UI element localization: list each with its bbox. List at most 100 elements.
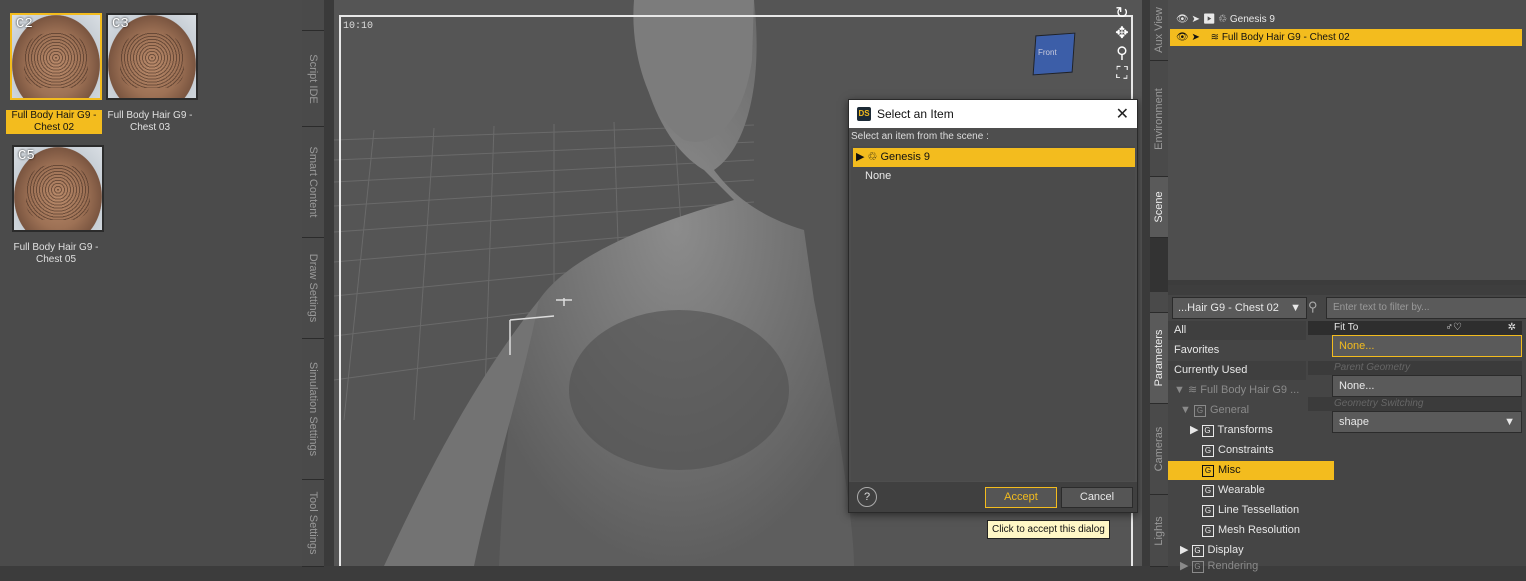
tab-lights[interactable]: Lights <box>1150 495 1168 567</box>
group-general[interactable]: ▼ G General <box>1168 401 1312 420</box>
scene-row-chest02[interactable]: 👁 ➤ ≋ Full Body Hair G9 - Chest 02 <box>1170 29 1522 46</box>
eye-icon[interactable]: 👁 <box>1176 14 1189 25</box>
panel-grip[interactable] <box>1168 285 1526 295</box>
library-thumb-label[interactable]: Full Body Hair G9 - Chest 02 <box>6 110 102 134</box>
orbit-icon[interactable]: ↻ <box>1112 4 1132 24</box>
scene-row-genesis9[interactable]: 👁 ➤ ▶ ♲ Genesis 9 <box>1170 11 1522 28</box>
group-all[interactable]: All <box>1168 321 1306 340</box>
gear-icon[interactable]: ✲ <box>1508 321 1516 335</box>
tab-top-partial[interactable] <box>302 0 324 31</box>
group-node[interactable]: ▼ ≋ Full Body Hair G9 ... <box>1168 381 1306 400</box>
group-currently-used[interactable]: Currently Used <box>1168 361 1306 380</box>
cancel-button[interactable]: Cancel <box>1061 487 1133 508</box>
parent-geometry-field[interactable]: None... <box>1332 375 1522 397</box>
tab-scene[interactable]: Scene <box>1150 177 1168 238</box>
frame-icon[interactable]: ⛶ <box>1112 64 1132 84</box>
expand-arrow-icon[interactable]: ▶ <box>1190 424 1198 436</box>
library-thumb-label[interactable]: Full Body Hair G9 - Chest 05 <box>8 242 104 266</box>
daz-logo-icon: DS <box>857 107 871 121</box>
tab-tool-settings[interactable]: Tool Settings <box>302 480 324 567</box>
accept-button[interactable]: Accept <box>985 487 1057 508</box>
panel-options-icon[interactable] <box>1150 292 1168 313</box>
right-splitter[interactable] <box>1142 0 1150 566</box>
help-button[interactable]: ? <box>857 487 877 507</box>
group-transforms[interactable]: ▶ G Transforms <box>1168 421 1322 440</box>
property-parent-geometry: Parent Geometry None... <box>1308 361 1522 397</box>
group-icon: G <box>1191 561 1204 573</box>
thumb-code: C2 <box>16 16 33 32</box>
list-item-label: None <box>865 170 892 182</box>
viewport-time: 10:10 <box>343 21 374 32</box>
property-name: Geometry Switching <box>1308 397 1522 411</box>
left-splitter[interactable] <box>324 0 334 566</box>
group-label: Transforms <box>1217 424 1273 436</box>
list-item-none[interactable]: None <box>853 167 1135 186</box>
tab-smart-content[interactable]: Smart Content <box>302 127 324 238</box>
parameters-panel: ...Hair G9 - Chest 02 ▼ ⚲ Enter text to … <box>1168 285 1526 573</box>
expand-arrow-icon[interactable]: ▶ <box>856 151 864 163</box>
expand-arrow-icon[interactable]: ▼ <box>1174 384 1185 396</box>
tab-parameters[interactable]: Parameters <box>1150 313 1168 404</box>
expand-arrow-icon[interactable]: ▼ <box>1180 404 1191 416</box>
tab-label: Script IDE <box>307 53 319 104</box>
figure-icon: ♲ <box>1218 14 1228 25</box>
tab-label: Lights <box>1153 515 1165 546</box>
group-mesh-resolution[interactable]: G Mesh Resolution <box>1168 521 1334 540</box>
library-thumb-chest03[interactable]: C3 <box>106 13 198 100</box>
group-label: Constraints <box>1218 444 1274 456</box>
list-item-genesis9[interactable]: ▶ ♲ Genesis 9 <box>853 148 1135 167</box>
library-thumb-chest05[interactable]: C5 <box>12 145 104 232</box>
hair-icon: ≋ <box>1210 32 1220 43</box>
content-library-panel: C2 Full Body Hair G9 - Chest 02 C3 Full … <box>0 0 302 566</box>
group-misc[interactable]: G Misc <box>1168 461 1334 480</box>
pan-icon[interactable]: ✥ <box>1112 24 1132 44</box>
group-icon: G <box>1201 425 1214 437</box>
tab-label: Tool Settings <box>307 491 319 555</box>
tab-simulation-settings[interactable]: Simulation Settings <box>302 339 324 480</box>
filter-input[interactable]: Enter text to filter by... <box>1326 297 1526 319</box>
expand-arrow-icon[interactable]: ▶ <box>1180 560 1188 572</box>
select-arrow-icon[interactable]: ➤ <box>1191 32 1199 43</box>
link-heart-icon[interactable]: ♂♡ <box>1446 321 1462 335</box>
tab-label: Environment <box>1153 87 1165 150</box>
library-thumb-chest02[interactable]: C2 <box>10 13 102 100</box>
select-arrow-icon[interactable]: ➤ <box>1191 14 1199 25</box>
view-cube[interactable]: Front <box>1028 28 1076 80</box>
group-icon: G <box>1202 465 1214 477</box>
dialog-prompt: Select an item from the scene : <box>851 131 989 142</box>
dialog-titlebar[interactable]: DS Select an Item ✕ <box>849 100 1137 128</box>
close-icon[interactable]: ✕ <box>1116 104 1129 124</box>
tab-cameras[interactable]: Cameras <box>1150 404 1168 495</box>
expand-arrow-icon[interactable]: ▶ <box>1203 14 1216 25</box>
group-wearable[interactable]: G Wearable <box>1168 481 1334 500</box>
chevron-down-icon: ▼ <box>1504 416 1515 428</box>
zoom-icon[interactable]: ⚲ <box>1112 44 1132 64</box>
scene-row-label: Full Body Hair G9 - Chest 02 <box>1221 32 1350 43</box>
eye-icon[interactable]: 👁 <box>1176 32 1189 43</box>
tab-environment[interactable]: Environment <box>1150 61 1168 177</box>
node-selector[interactable]: ...Hair G9 - Chest 02 ▼ <box>1172 297 1307 319</box>
fit-to-field[interactable]: None... <box>1332 335 1522 357</box>
group-icon: G <box>1202 525 1214 537</box>
tab-script-ide[interactable]: Script IDE <box>302 31 324 127</box>
library-thumb-label[interactable]: Full Body Hair G9 - Chest 03 <box>102 110 198 134</box>
right-tab-strip: Aux View Environment Scene Parameters Ca… <box>1150 0 1168 567</box>
node-selector-value: ...Hair G9 - Chest 02 <box>1178 302 1279 314</box>
group-favorites[interactable]: Favorites <box>1168 341 1306 360</box>
geometry-switching-select[interactable]: shape ▼ <box>1332 411 1522 433</box>
dialog-footer: ? Accept Cancel <box>849 482 1137 512</box>
group-label: Rendering <box>1207 560 1259 572</box>
tab-aux-view[interactable]: Aux View <box>1150 0 1168 61</box>
group-rendering[interactable]: ▶ G Rendering <box>1168 551 1312 573</box>
group-label: Line Tessellation <box>1218 504 1300 516</box>
group-line-tessellation[interactable]: G Line Tessellation <box>1168 501 1334 520</box>
group-constraints[interactable]: G Constraints <box>1168 441 1334 460</box>
chevron-down-icon: ▼ <box>1290 302 1301 314</box>
select-item-dialog: DS Select an Item ✕ Select an item from … <box>848 99 1138 513</box>
tab-label: Scene <box>1153 191 1165 223</box>
group-label: Misc <box>1218 464 1241 476</box>
group-label: Mesh Resolution <box>1218 524 1300 536</box>
tab-draw-settings[interactable]: Draw Settings <box>302 238 324 339</box>
property-geometry-switching: Geometry Switching shape ▼ <box>1308 397 1522 433</box>
tab-label: Draw Settings <box>307 253 319 323</box>
